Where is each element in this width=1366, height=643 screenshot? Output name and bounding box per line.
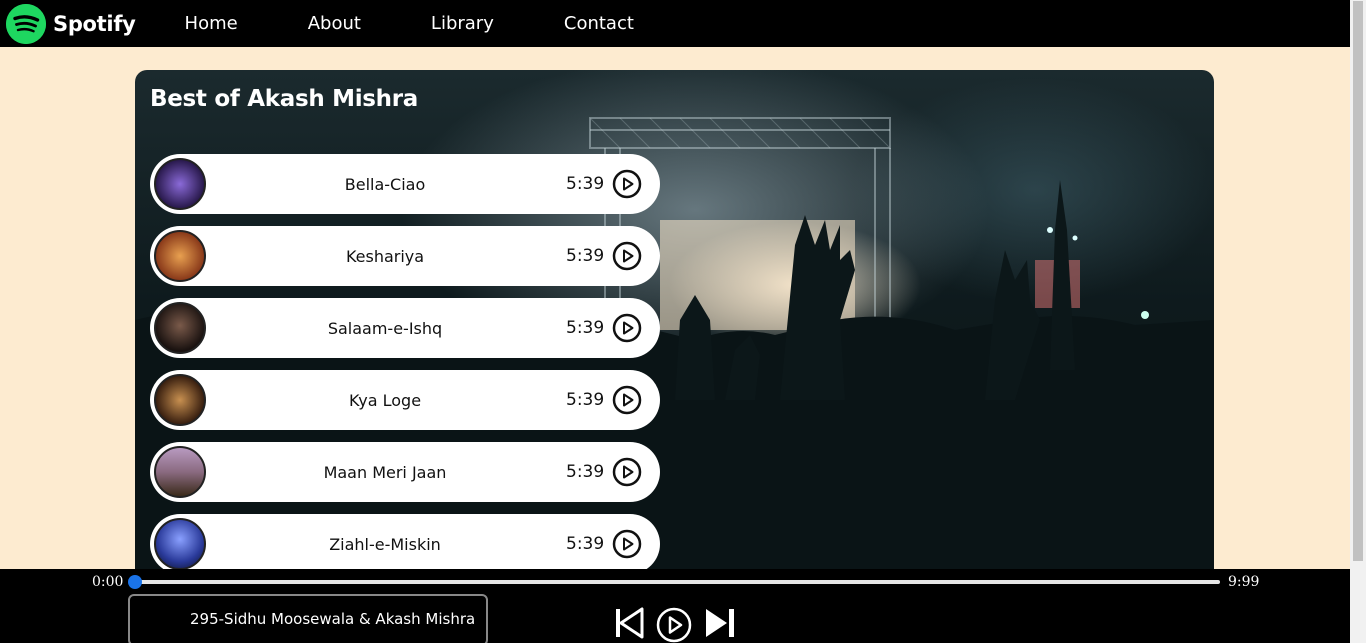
brand-name: Spotify <box>53 11 136 36</box>
spotify-logo-icon <box>6 3 46 44</box>
song-thumbnail <box>154 518 206 570</box>
song-thumbnail <box>154 230 206 282</box>
total-time: 9:99 <box>1228 574 1260 590</box>
play-circle-icon[interactable] <box>612 457 642 487</box>
song-item[interactable]: Salaam-e-Ishq 5:39 <box>150 298 660 358</box>
play-circle-icon[interactable] <box>612 385 642 415</box>
play-circle-icon[interactable] <box>612 313 642 343</box>
next-track-icon[interactable] <box>703 607 737 639</box>
song-item[interactable]: Kya Loge 5:39 <box>150 370 660 430</box>
play-circle-icon[interactable] <box>612 169 642 199</box>
progress-bar[interactable] <box>128 575 1220 589</box>
play-circle-icon[interactable] <box>612 241 642 271</box>
song-name: Maan Meri Jaan <box>323 462 447 482</box>
song-thumbnail <box>154 374 206 426</box>
song-name: Kya Loge <box>348 390 422 410</box>
nav-link-library[interactable]: Library <box>431 13 494 34</box>
scrollbar-thumb[interactable] <box>1353 1 1363 561</box>
song-name: Salaam-e-Ishq <box>327 318 443 338</box>
play-circle-icon[interactable] <box>656 607 692 643</box>
nav-link-about[interactable]: About <box>308 13 361 34</box>
previous-track-icon[interactable] <box>613 607 645 639</box>
nav-link-contact[interactable]: Contact <box>564 13 634 34</box>
progress-thumb[interactable] <box>128 575 142 589</box>
song-thumbnail <box>154 158 206 210</box>
song-duration: 5:39 <box>566 318 605 338</box>
song-thumbnail <box>154 446 206 498</box>
song-item[interactable]: Ziahl-e-Miskin 5:39 <box>150 514 660 574</box>
nav-links: Home About Library Contact <box>185 13 634 34</box>
song-duration: 5:39 <box>566 462 605 482</box>
song-thumbnail <box>154 302 206 354</box>
song-list: Bella-Ciao 5:39 Keshariya 5:39 Salaam-e-… <box>150 154 660 586</box>
nav-link-home[interactable]: Home <box>185 13 238 34</box>
page-scrollbar[interactable] <box>1350 0 1366 643</box>
song-item[interactable]: Maan Meri Jaan 5:39 <box>150 442 660 502</box>
player-bar: 0:00 9:99 295-Sidhu Moosewala & Akash Mi… <box>0 569 1350 643</box>
song-item[interactable]: Keshariya 5:39 <box>150 226 660 286</box>
navbar: Spotify Home About Library Contact <box>0 0 1350 47</box>
song-duration: 5:39 <box>566 246 605 266</box>
playlist-container: Best of Akash Mishra Bella-Ciao 5:39 Kes… <box>135 70 1214 590</box>
song-name: Keshariya <box>345 246 425 266</box>
song-name: Bella-Ciao <box>344 174 426 194</box>
song-duration: 5:39 <box>566 390 605 410</box>
current-time: 0:00 <box>92 574 124 590</box>
song-name: Ziahl-e-Miskin <box>329 534 441 554</box>
song-item[interactable]: Bella-Ciao 5:39 <box>150 154 660 214</box>
song-duration: 5:39 <box>566 534 605 554</box>
now-playing-info: 295-Sidhu Moosewala & Akash Mishra <box>128 594 488 643</box>
brand[interactable]: Spotify <box>6 3 136 44</box>
play-circle-icon[interactable] <box>612 529 642 559</box>
song-duration: 5:39 <box>566 174 605 194</box>
playlist-title: Best of Akash Mishra <box>150 86 419 112</box>
